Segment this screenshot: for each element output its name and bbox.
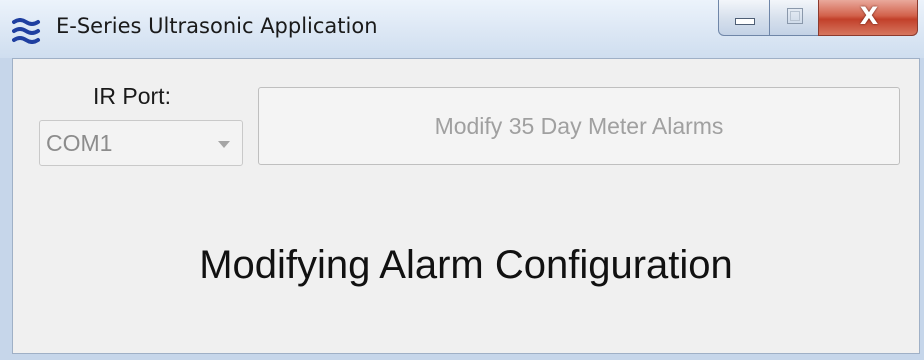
app-logo-icon	[12, 18, 40, 44]
maximize-icon	[787, 8, 803, 24]
maximize-button[interactable]	[769, 0, 819, 36]
chevron-down-icon	[218, 141, 230, 148]
ir-port-select[interactable]: COM1	[39, 120, 243, 166]
minimize-icon	[735, 18, 755, 25]
close-button[interactable]: X	[818, 0, 918, 36]
status-message: Modifying Alarm Configuration	[199, 243, 733, 287]
ir-port-value: COM1	[46, 130, 113, 156]
title-bar[interactable]: E-Series Ultrasonic Application X	[0, 0, 924, 58]
app-window: E-Series Ultrasonic Application X IR Por…	[0, 0, 924, 360]
ir-port-label: IR Port:	[93, 83, 171, 109]
close-icon: X	[859, 2, 879, 30]
caption-buttons: X	[718, 0, 918, 38]
modify-alarms-button[interactable]: Modify 35 Day Meter Alarms	[258, 87, 900, 165]
minimize-button[interactable]	[718, 0, 770, 36]
window-title: E-Series Ultrasonic Application	[56, 14, 378, 38]
client-area: IR Port: COM1 Modify 35 Day Meter Alarms…	[12, 58, 920, 354]
